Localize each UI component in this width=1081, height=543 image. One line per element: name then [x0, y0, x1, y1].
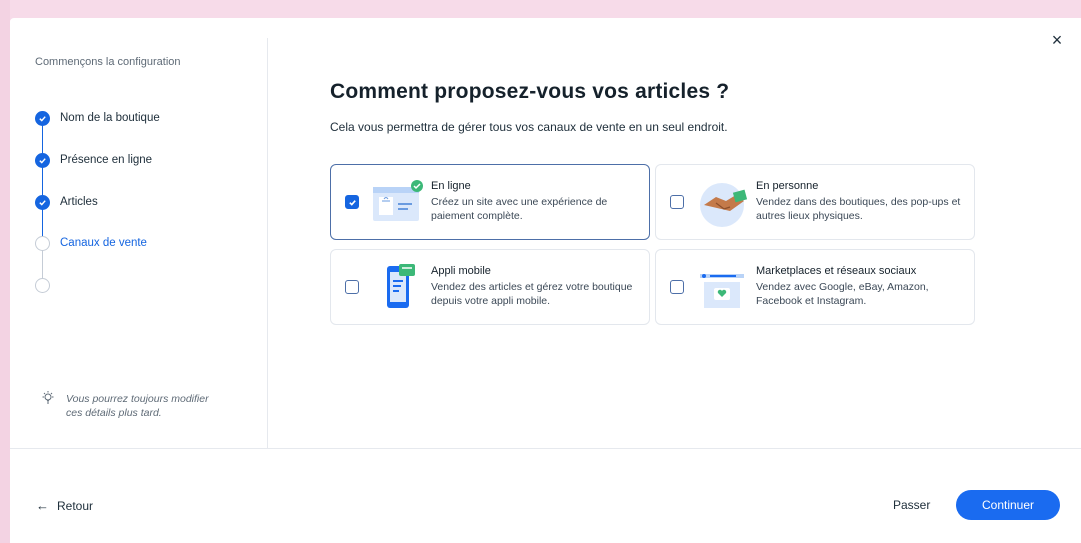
backdrop-strip [0, 0, 1081, 20]
option-description: Créez un site avec une expérience de pai… [431, 196, 608, 222]
step-online-presence: Présence en ligne [35, 150, 152, 170]
option-description: Vendez des articles et gérez votre bouti… [431, 281, 633, 307]
option-description: Vendez avec Google, eBay, Amazon, Facebo… [756, 281, 929, 307]
option-in-person[interactable]: En personne Vendez dans des boutiques, d… [655, 164, 975, 240]
option-title: En ligne [431, 180, 471, 192]
page-title: Comment proposez-vous vos articles ? [330, 80, 730, 103]
step-shop-name: Nom de la boutique [35, 108, 160, 128]
step-label: Articles [60, 196, 98, 208]
checkbox-unchecked[interactable] [670, 195, 684, 209]
option-title: En personne [756, 180, 819, 192]
option-description: Vendez dans des boutiques, des pop-ups e… [756, 196, 961, 222]
page-subtitle: Cela vous permettra de gérer tous vos ca… [330, 120, 728, 134]
step-label: Nom de la boutique [60, 112, 160, 124]
continue-button[interactable]: Continuer [956, 490, 1060, 520]
option-title: Marketplaces et réseaux sociaux [756, 265, 917, 277]
option-marketplaces[interactable]: Marketplaces et réseaux sociaux Vendez a… [655, 249, 975, 325]
tip-text: Vous pourrez toujours modifier ces détai… [66, 393, 209, 419]
step-sales-channels: Canaux de vente [35, 233, 147, 253]
option-online[interactable]: En ligne Créez un site avec une expérien… [330, 164, 650, 240]
backdrop-left [0, 0, 10, 543]
empty-circle-icon [35, 277, 50, 293]
check-icon [35, 110, 50, 126]
checkbox-unchecked[interactable] [345, 280, 359, 294]
arrow-left-icon: ← [36, 498, 49, 513]
back-button[interactable]: ← Retour [36, 498, 93, 513]
step-articles: Articles [35, 192, 98, 212]
online-store-icon [373, 180, 423, 221]
check-icon [35, 194, 50, 210]
skip-button[interactable]: Passer [893, 498, 930, 512]
checkbox-checked[interactable] [345, 195, 359, 209]
option-title: Appli mobile [431, 265, 491, 277]
step-label: Canaux de vente [60, 237, 147, 249]
empty-circle-icon [35, 235, 50, 251]
tip-note: Vous pourrez toujours modifier ces détai… [42, 391, 216, 420]
checkbox-unchecked[interactable] [670, 280, 684, 294]
back-label: Retour [57, 498, 94, 513]
step-label: Présence en ligne [60, 154, 153, 166]
marketplace-icon [700, 274, 744, 308]
close-icon[interactable]: × [1045, 28, 1069, 52]
footer-divider [10, 448, 1081, 449]
setup-dialog: × Commençons la configuration Nom de la … [10, 18, 1081, 543]
check-icon [35, 152, 50, 168]
step-upcoming [35, 275, 50, 295]
handshake-icon [700, 183, 748, 227]
sidebar-title: Commençons la configuration [35, 56, 181, 68]
lightbulb-icon [42, 391, 56, 420]
option-mobile-app[interactable]: Appli mobile Vendez des articles et gére… [330, 249, 650, 325]
mobile-app-icon [387, 264, 415, 308]
